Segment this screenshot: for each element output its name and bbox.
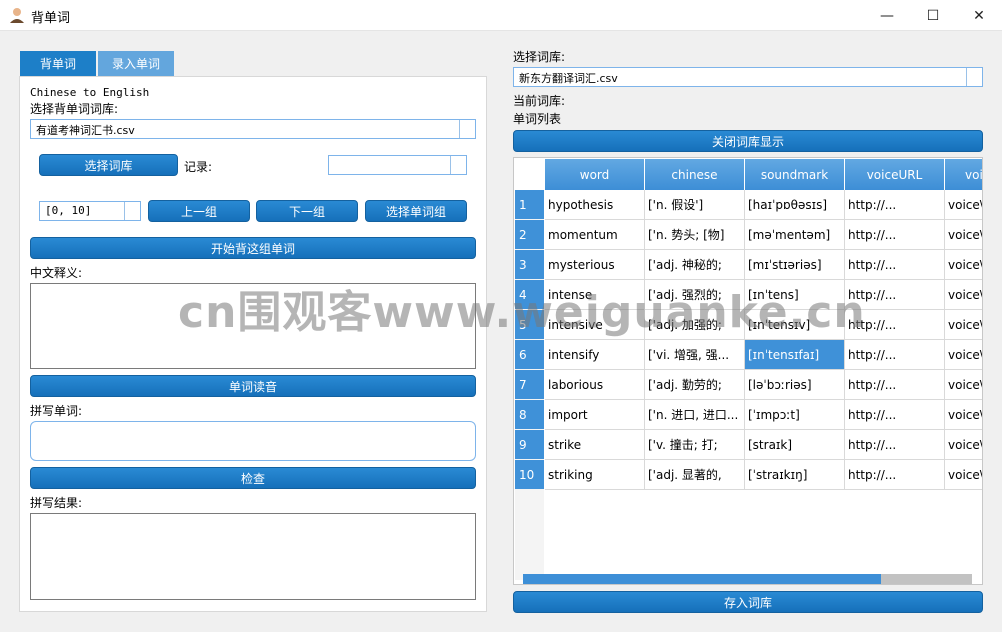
row-number[interactable]: 10 [515, 460, 544, 489]
direction-label: Chinese to English [30, 86, 150, 99]
result-label: 拼写结果: [30, 496, 83, 510]
spell-label: 拼写单词: [30, 404, 83, 418]
table-cell-chinese[interactable]: ['n. 假设'] [645, 190, 745, 220]
horizontal-scrollbar[interactable] [523, 574, 972, 584]
row-number[interactable]: 7 [515, 370, 544, 399]
close-button[interactable]: ✕ [956, 0, 1002, 31]
choose-recite-lib-label: 选择背单词词库: [30, 102, 119, 116]
chevron-down-icon [459, 120, 475, 138]
tab-enter-words[interactable]: 录入单词 [98, 51, 174, 76]
current-lib-label: 当前词库: [513, 94, 566, 108]
word-lib-value: 新东方翻译词汇.csv [519, 72, 618, 85]
table-cell-voiceurl[interactable]: http://... [845, 190, 945, 220]
row-number[interactable]: 9 [515, 430, 544, 459]
range-select[interactable]: [0, 10] [39, 201, 141, 221]
table-cell-voi[interactable]: voice\ [945, 430, 982, 460]
table-cell-chinese[interactable]: ['vi. 增强, 强... [645, 340, 745, 370]
table-cell-voi[interactable]: voice\ [945, 340, 982, 370]
app-icon [10, 8, 24, 23]
record-label: 记录: [184, 160, 213, 174]
column-header-soundmark[interactable]: soundmark [745, 159, 845, 190]
table-cell-voiceurl[interactable]: http://... [845, 370, 945, 400]
table-cell-soundmark[interactable]: [ləˈbɔːriəs] [745, 370, 845, 400]
table-cell-voi[interactable]: voice\ [945, 250, 982, 280]
table-cell-soundmark[interactable]: [ˈstraɪkɪŋ] [745, 460, 845, 490]
table-cell-word[interactable]: striking [545, 460, 645, 490]
table-cell-word[interactable]: momentum [545, 220, 645, 250]
chevron-down-icon [450, 156, 466, 174]
table-cell-voiceurl[interactable]: http://... [845, 220, 945, 250]
table-cell-voi[interactable]: voice\ [945, 400, 982, 430]
prev-group-button[interactable]: 上一组 [148, 200, 250, 222]
table-cell-voi[interactable]: voice\ [945, 460, 982, 490]
table-cell-word[interactable]: intensify [545, 340, 645, 370]
record-select[interactable] [328, 155, 467, 175]
window-title: 背单词 [31, 11, 71, 26]
save-to-lib-button[interactable]: 存入词库 [513, 591, 983, 613]
row-number[interactable]: 3 [515, 250, 544, 279]
table-cell-voiceurl[interactable]: http://... [845, 460, 945, 490]
table-cell-soundmark[interactable]: [ˈɪmpɔːt] [745, 400, 845, 430]
pronounce-button[interactable]: 单词读音 [30, 375, 476, 397]
table-cell-soundmark[interactable]: [ɪnˈtensɪfaɪ] [745, 340, 845, 370]
table-cell-voi[interactable]: voice\ [945, 190, 982, 220]
close-lib-display-button[interactable]: 关闭词库显示 [513, 130, 983, 152]
column-header-voiceurl[interactable]: voiceURL [845, 159, 945, 190]
select-group-button[interactable]: 选择单词组 [365, 200, 467, 222]
row-number[interactable]: 6 [515, 340, 544, 369]
tab-recite[interactable]: 背单词 [20, 51, 96, 76]
table-cell-voiceurl[interactable]: http://... [845, 340, 945, 370]
row-number[interactable]: 8 [515, 400, 544, 429]
table-cell-chinese[interactable]: ['adj. 显著的, [645, 460, 745, 490]
table-cell-soundmark[interactable]: [straɪk] [745, 430, 845, 460]
recite-lib-value: 有道考神词汇书.csv [36, 124, 135, 137]
watermark: cn围观客www.weiguanke.cn [178, 287, 866, 338]
spell-input[interactable] [30, 421, 476, 461]
table-cell-chinese[interactable]: ['adj. 勤劳的; [645, 370, 745, 400]
table-cell-soundmark[interactable]: [məˈmentəm] [745, 220, 845, 250]
word-lib-select[interactable]: 新东方翻译词汇.csv [513, 67, 983, 87]
table-cell-word[interactable]: import [545, 400, 645, 430]
table-cell-word[interactable]: hypothesis [545, 190, 645, 220]
next-group-button[interactable]: 下一组 [256, 200, 358, 222]
choose-lib-button[interactable]: 选择词库 [39, 154, 178, 176]
table-cell-word[interactable]: strike [545, 430, 645, 460]
table-cell-chinese[interactable]: ['v. 撞击; 打; [645, 430, 745, 460]
table-cell-soundmark[interactable]: [haɪˈpɒθəsɪs] [745, 190, 845, 220]
minimize-button[interactable]: — [864, 0, 910, 31]
row-number[interactable]: 2 [515, 220, 544, 249]
table-cell-voi[interactable]: voice\ [945, 280, 982, 310]
title-bar [0, 0, 1002, 31]
column-header-word[interactable]: word [545, 159, 645, 190]
word-list-label: 单词列表 [513, 112, 562, 126]
table-cell-chinese[interactable]: ['n. 进口, 进口... [645, 400, 745, 430]
chevron-down-icon [124, 202, 140, 220]
recite-lib-select[interactable]: 有道考神词汇书.csv [30, 119, 476, 139]
table-cell-chinese[interactable]: ['n. 势头; [物] [645, 220, 745, 250]
result-textarea[interactable] [30, 513, 476, 600]
range-value: [0, 10] [45, 204, 92, 217]
maximize-button[interactable]: ☐ [910, 0, 956, 31]
chevron-down-icon [966, 68, 982, 86]
word-table: word chinese soundmark voiceURL voi 1 hyp… [513, 157, 983, 585]
row-number[interactable]: 1 [515, 190, 544, 219]
check-button[interactable]: 检查 [30, 467, 476, 489]
table-cell-voiceurl[interactable]: http://... [845, 430, 945, 460]
start-group-button[interactable]: 开始背这组单词 [30, 237, 476, 259]
table-cell-voi[interactable]: voice\ [945, 310, 982, 340]
column-header-voice[interactable]: voi [945, 159, 982, 190]
table-cell-word[interactable]: laborious [545, 370, 645, 400]
scrollbar-thumb[interactable] [523, 574, 881, 584]
table-cell-voi[interactable]: voice\ [945, 220, 982, 250]
table-cell-voiceurl[interactable]: http://... [845, 400, 945, 430]
meaning-label: 中文释义: [30, 266, 83, 280]
column-header-chinese[interactable]: chinese [645, 159, 745, 190]
table-cell-voi[interactable]: voice\ [945, 370, 982, 400]
choose-lib-label: 选择词库: [513, 50, 566, 64]
